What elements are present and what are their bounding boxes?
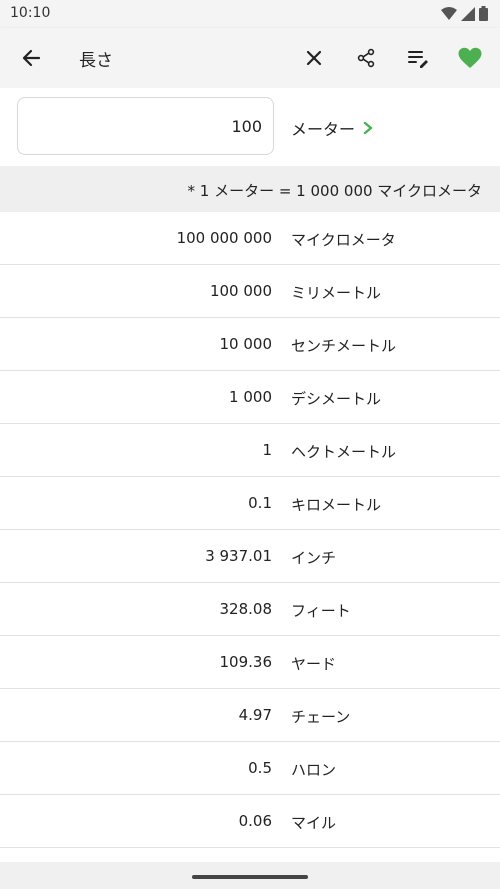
status-time: 10:10 (10, 5, 51, 21)
result-unit: インチ (291, 549, 337, 567)
result-row[interactable]: 328.08 フィート (0, 583, 500, 636)
signal-icon (461, 6, 475, 21)
result-unit: センチメートル (291, 337, 397, 355)
result-value: 0.5 (248, 759, 272, 777)
result-value: 328.08 (219, 600, 273, 618)
result-unit: フィート (291, 602, 351, 620)
share-icon (357, 48, 375, 68)
result-value: 10 000 (219, 335, 273, 353)
status-icons (441, 6, 488, 21)
result-row[interactable]: 3 937.01 インチ (0, 530, 500, 583)
heart-icon (458, 47, 482, 68)
result-row[interactable]: 0.1 キロメートル (0, 477, 500, 530)
result-unit: ヤード (291, 655, 337, 673)
result-unit: デシメートル (291, 390, 382, 408)
result-value: 109.36 (219, 653, 273, 671)
results-list: 100 000 000 マイクロメータ 100 000 ミリメートル 10 000 セ… (0, 212, 500, 848)
edit-list-button[interactable] (401, 41, 435, 75)
page-title: 長さ (79, 51, 113, 71)
result-row[interactable]: 1 000 デシメートル (0, 371, 500, 424)
result-row[interactable]: 100 000 ミリメートル (0, 265, 500, 318)
result-row[interactable]: 0.06 マイル (0, 795, 500, 848)
close-icon (306, 50, 322, 66)
wifi-icon (441, 6, 457, 20)
result-unit: チェーン (291, 708, 351, 726)
result-unit: マイル (291, 814, 337, 832)
result-unit: ヘクトメートル (291, 443, 397, 461)
back-arrow-icon (22, 49, 41, 67)
result-row[interactable]: 1 ヘクトメートル (0, 424, 500, 477)
unit-selector[interactable]: メーター (291, 116, 373, 140)
result-row[interactable]: 10 000 センチメートル (0, 318, 500, 371)
result-row[interactable]: 4.97 チェーン (0, 689, 500, 742)
result-value: 3 937.01 (205, 547, 272, 565)
result-unit: マイクロメータ (291, 231, 396, 249)
result-unit: ハロン (291, 761, 337, 779)
share-button[interactable] (349, 41, 383, 75)
result-value: 1 (262, 441, 272, 459)
value-input[interactable] (18, 98, 273, 154)
clear-button[interactable] (297, 41, 331, 75)
navigation-bar (0, 862, 500, 889)
result-unit: ミリメートル (291, 284, 382, 302)
value-input-box (17, 97, 274, 155)
home-gesture-handle[interactable] (192, 875, 308, 879)
favorite-button[interactable] (453, 41, 487, 75)
result-value: 4.97 (238, 706, 272, 724)
playlist-edit-icon (408, 51, 428, 68)
result-value: 100 000 (209, 282, 272, 300)
conversion-formula: * 1 メーター = 1 000 000 マイクロメータ (0, 166, 500, 212)
app-bar: 長さ (0, 28, 500, 88)
result-unit: キロメートル (291, 496, 382, 514)
result-value: 0.1 (248, 494, 272, 512)
back-button[interactable] (14, 41, 48, 75)
input-row: メーター (0, 88, 500, 166)
result-row[interactable]: 109.36 ヤード (0, 636, 500, 689)
result-row[interactable]: 100 000 000 マイクロメータ (0, 212, 500, 265)
result-value: 1 000 (229, 388, 272, 406)
chevron-right-icon (363, 121, 373, 135)
unit-selector-label: メーター (291, 120, 356, 139)
conversion-formula-text: * 1 メーター = 1 000 000 マイクロメータ (187, 182, 483, 200)
result-value: 100 000 000 (176, 229, 272, 247)
result-row[interactable]: 0.5 ハロン (0, 742, 500, 795)
battery-icon (479, 6, 488, 21)
result-value: 0.06 (238, 812, 272, 830)
status-bar: 10:10 (0, 0, 500, 28)
